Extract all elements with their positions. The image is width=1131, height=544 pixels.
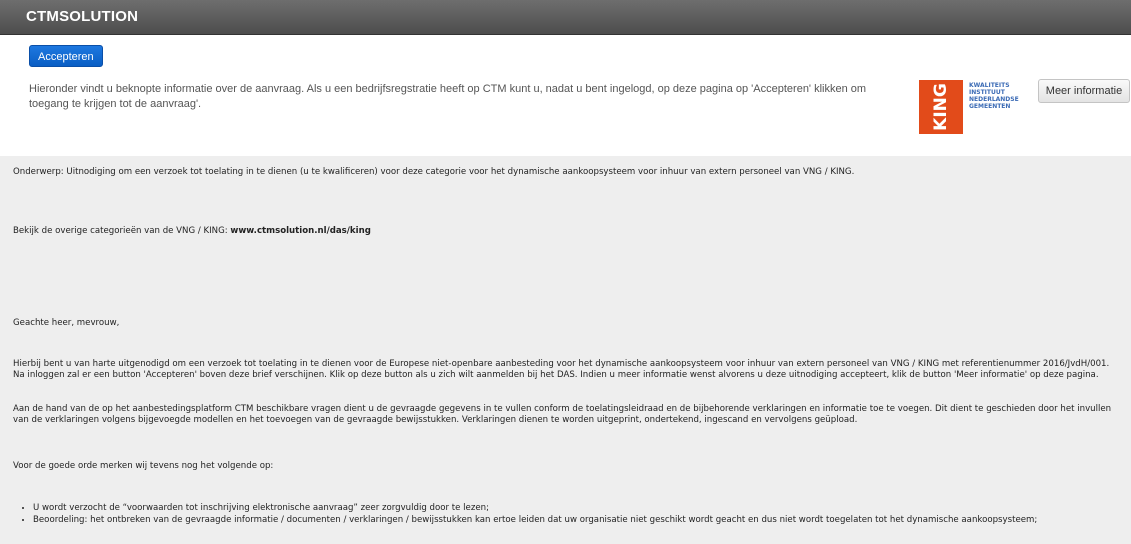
king-logo-mark: KING — [919, 80, 963, 134]
king-logo: KING KWALITEITS INSTITUUT NEDERLANDSE GE… — [919, 80, 1029, 136]
intro-text: Hieronder vindt u beknopte informatie ov… — [29, 83, 867, 110]
letter-paragraph-2: Aan de hand van de op het aanbestedingsp… — [13, 404, 1112, 425]
letter-categories: Bekijk de overige categorieën van de VNG… — [13, 226, 371, 236]
accept-button[interactable]: Accepteren — [29, 45, 103, 67]
more-info-button[interactable]: Meer informatie — [1038, 79, 1130, 103]
list-item: Beoordeling: het ontbreken van de gevraa… — [33, 515, 1131, 526]
app-header: CTMSOLUTION — [0, 0, 1131, 34]
letter-bullets: U wordt verzocht de “voorwaarden tot ins… — [13, 503, 1131, 526]
letter-content: Onderwerp: Uitnodiging om een verzoek to… — [0, 156, 1131, 544]
letter-paragraph-1: Hierbij bent u van harte uitgenodigd om … — [13, 359, 1110, 380]
letter-paragraph-3: Voor de goede orde merken wij tevens nog… — [13, 461, 274, 471]
list-item: U wordt verzocht de “voorwaarden tot ins… — [33, 503, 1131, 514]
king-logo-letters: KING — [931, 83, 951, 131]
app-title: CTMSOLUTION — [26, 8, 139, 25]
letter-subject: Onderwerp: Uitnodiging om een verzoek to… — [13, 167, 855, 177]
letter-greeting: Geachte heer, mevrouw, — [13, 318, 120, 328]
categories-link[interactable]: www.ctmsolution.nl/das/king — [230, 226, 370, 236]
king-logo-text: KWALITEITS INSTITUUT NEDERLANDSE GEMEENT… — [969, 82, 1019, 110]
